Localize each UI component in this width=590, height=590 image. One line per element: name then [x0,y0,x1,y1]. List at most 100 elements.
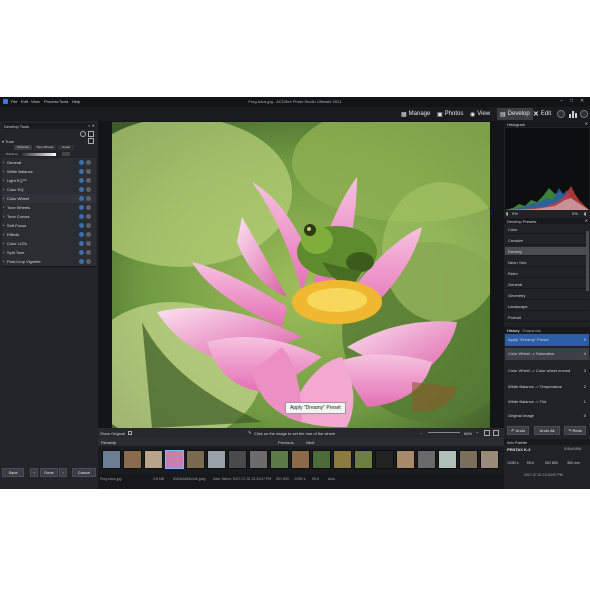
tool-toggle-icon[interactable] [79,214,84,219]
tool-toggle-icon[interactable] [79,160,84,165]
tool-reset-icon[interactable] [86,187,91,192]
tool-toggle-icon[interactable] [79,250,84,255]
tool-toggle-icon[interactable] [79,205,84,210]
tool-toggle-icon[interactable] [79,232,84,237]
tool-toggle-icon[interactable] [79,196,84,201]
mode-photos[interactable]: ▣ Photos [437,108,463,120]
preset-item[interactable]: Color [505,225,589,234]
tab-snapshots[interactable]: Snapshots [522,328,541,333]
close-icon[interactable]: ✕ [580,98,584,104]
save-button[interactable]: Save [2,468,24,477]
eyedropper-icon[interactable]: ✎ [248,430,251,435]
zoom-in-icon[interactable]: + [476,430,478,435]
filmstrip-thumbnail[interactable] [312,450,331,469]
preset-item[interactable]: Neon York [505,258,589,267]
filmstrip-thumbnail[interactable] [417,450,436,469]
preset-item[interactable]: General [505,280,589,289]
filmstrip-thumbnail[interactable] [249,450,268,469]
filmstrip-thumbnail[interactable] [354,450,373,469]
history-item[interactable]: White Balance -> Tint 1 [505,396,589,406]
zoom-out-icon[interactable]: – [420,430,422,435]
tool-reset-icon[interactable] [86,178,91,183]
preset-item[interactable]: Dreamy [505,247,589,256]
filmstrip-thumbnail[interactable] [144,450,163,469]
filmstrip-thumbnail[interactable] [459,450,478,469]
highlight-clip-icon[interactable]: ▮ [584,211,586,216]
mode-manage[interactable]: ▦ Manage [401,108,430,120]
tool-reset-icon[interactable] [86,241,91,246]
next-button[interactable]: › [59,468,67,477]
tool-reset-icon[interactable] [86,259,91,264]
mode-view[interactable]: ◉ View [470,108,490,120]
tool-toggle-icon[interactable] [79,169,84,174]
filmstrip-thumbnail[interactable] [228,450,247,469]
undo-button[interactable]: ↶ Undo [507,426,529,435]
preset-item[interactable]: Retro [505,269,589,278]
tool-toggle-icon[interactable] [79,223,84,228]
tool-toggle-icon[interactable] [79,178,84,183]
preset-item[interactable]: Geometry [505,291,589,300]
filmstrip-thumbnail[interactable] [438,450,457,469]
tool-reset-icon[interactable] [86,232,91,237]
tab-history[interactable]: History [507,328,519,333]
history-item[interactable]: White Balance -> Temperature 2 [505,381,589,391]
filmstrip-thumbnail[interactable] [480,450,499,469]
done-button[interactable]: Done [40,468,58,477]
tool-reset-icon[interactable] [86,223,91,228]
fit-icon[interactable] [484,430,490,436]
tool-toggle-icon[interactable] [79,187,84,192]
tune-tab[interactable]: ▾ Tune [2,139,14,144]
stats-icon[interactable] [569,110,577,118]
filmstrip-thumbnail[interactable] [396,450,415,469]
preset-item[interactable]: Portrait [505,313,589,322]
reset-icon[interactable] [80,131,86,137]
tab-whitebal[interactable]: Whitebal [14,145,32,150]
mode-edit[interactable]: ✕ Edit [533,108,551,120]
tool-reset-icon[interactable] [86,250,91,255]
undo-all-button[interactable]: Undo All [534,426,560,435]
pin-icon[interactable]: ▪ [89,123,90,128]
tool-reset-icon[interactable] [86,196,91,201]
tool-row[interactable]: ▸ Post-Crop Vignette [2,257,96,267]
filmstrip-thumbnail[interactable] [375,450,394,469]
zoom-slider[interactable] [428,432,460,433]
prev-button[interactable]: ‹ [30,468,38,477]
mode-develop[interactable]: ▤ Develop [497,108,533,120]
filmstrip-thumbnail[interactable] [123,450,142,469]
redo-button[interactable]: ↷ Redo [564,426,586,435]
filmstrip-thumbnail[interactable] [186,450,205,469]
panel-close-icon[interactable]: ✕ [92,123,95,128]
tab-detail[interactable]: Detail [58,145,74,150]
filmstrip-thumbnail[interactable] [207,450,226,469]
filmstrip-thumbnail[interactable] [291,450,310,469]
filmstrip-thumbnail[interactable] [165,450,184,469]
tool-reset-icon[interactable] [86,214,91,219]
tool-reset-icon[interactable] [86,205,91,210]
compare-icon[interactable] [128,431,132,435]
presets-close-icon[interactable]: ✕ [585,218,588,223]
paste-settings-icon[interactable] [88,138,94,144]
filmstrip-thumbnail[interactable] [102,450,121,469]
tab-tone-wheels[interactable]: Tone Wheels [34,145,56,150]
preset-item[interactable]: Landscape [505,302,589,311]
tool-toggle-icon[interactable] [79,241,84,246]
shadow-clip-icon[interactable]: ▮ [506,211,508,216]
tool-reset-icon[interactable] [86,160,91,165]
cancel-button[interactable]: Cancel [72,468,96,477]
dashboard-icon[interactable] [557,110,565,118]
history-item[interactable]: Apply "Dreamy" Preset 5 [505,334,589,346]
copy-settings-icon[interactable] [88,131,94,137]
show-original-button[interactable]: Show Original [100,431,125,436]
filmstrip-prev[interactable]: Previous [278,440,294,445]
filmstrip-thumbnail[interactable] [270,450,289,469]
minimize-icon[interactable]: – [560,98,563,104]
brilliance-slider[interactable] [22,153,56,156]
histogram-close-icon[interactable]: ✕ [585,121,588,126]
history-item[interactable]: Original Image 0 [505,410,589,420]
brilliance-value-field[interactable] [62,152,70,156]
tool-reset-icon[interactable] [86,169,91,174]
maximize-icon[interactable]: □ [570,98,573,104]
help-icon[interactable] [580,110,588,118]
history-item[interactable]: Color Wheel -> Color wheel moved 3 [505,365,589,375]
history-item[interactable]: Color Wheel -> Saturation 4 [505,348,589,360]
